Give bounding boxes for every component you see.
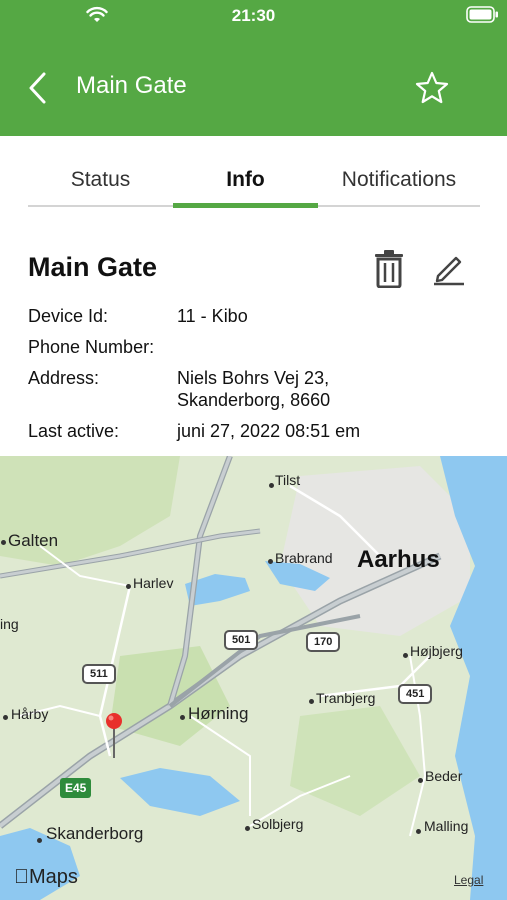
place-dot-harlev <box>126 584 131 589</box>
battery-icon <box>466 6 498 23</box>
address-line2: Skanderborg, 8660 <box>177 390 331 410</box>
place-dot-horning <box>180 715 185 720</box>
place-dot-beder <box>418 778 423 783</box>
map-view[interactable]: Tilst Galten Brabrand Aarhus Harlev ing … <box>0 456 507 900</box>
tab-info[interactable]: Info <box>173 160 318 206</box>
place-ing: ing <box>0 616 19 632</box>
place-dot-brabrand <box>268 559 273 564</box>
status-bar: 21:30 <box>0 0 507 32</box>
place-horning: Hørning <box>188 704 249 723</box>
trash-icon[interactable] <box>374 250 404 288</box>
road-shield-170: 170 <box>306 632 341 652</box>
address-line1: Niels Bohrs Vej 23, <box>177 368 330 388</box>
road-shield-451: 451 <box>398 684 433 704</box>
place-aarhus: Aarhus <box>357 546 440 573</box>
place-dot-tranbjerg <box>309 699 314 704</box>
place-dot-skanderborg <box>37 838 42 843</box>
place-galten: Galten <box>8 531 59 550</box>
device-id-value: 11 - Kibo <box>177 306 248 326</box>
place-dot-harby <box>3 715 8 720</box>
place-solbjerg: Solbjerg <box>252 816 304 832</box>
phone-label: Phone Number: <box>28 337 155 357</box>
apple-maps-logo: Maps <box>14 866 78 889</box>
tab-status[interactable]: Status <box>28 160 173 206</box>
status-time: 21:30 <box>231 6 276 25</box>
last-active-value: juni 27, 2022 08:51 em <box>177 421 361 441</box>
tab-active-indicator <box>173 203 318 208</box>
place-skanderborg: Skanderborg <box>46 824 144 843</box>
edit-pencil-icon[interactable] <box>432 252 466 286</box>
star-favorite-icon[interactable] <box>414 70 450 106</box>
device-name: Main Gate <box>28 252 158 282</box>
road-shield-511: 511 <box>82 664 116 684</box>
place-dot-hojbjerg <box>403 653 408 658</box>
place-beder: Beder <box>425 768 463 784</box>
place-harlev: Harlev <box>133 575 174 591</box>
map-pin-icon[interactable] <box>104 712 124 760</box>
place-hojbjerg: Højbjerg <box>410 643 463 659</box>
road-shield-501: 501 <box>224 630 259 650</box>
road-shield-e45: E45 <box>60 778 92 798</box>
place-dot-solbjerg <box>245 826 250 831</box>
nav-title: Main Gate <box>76 72 187 99</box>
back-chevron-icon[interactable] <box>26 70 50 106</box>
place-harby: Hårby <box>11 706 49 722</box>
app-header: 21:30 Main Gate <box>0 0 507 136</box>
place-dot-galten <box>1 540 6 545</box>
address-label: Address: <box>28 368 100 388</box>
last-active-label: Last active: <box>28 421 120 441</box>
maps-logo-text: Maps <box>14 866 78 888</box>
legal-link[interactable]: Legal <box>454 873 483 887</box>
place-tranbjerg: Tranbjerg <box>316 690 376 706</box>
apple-logo-icon:  <box>14 866 29 888</box>
place-brabrand: Brabrand <box>275 550 333 566</box>
tab-notifications[interactable]: Notifications <box>324 160 474 206</box>
place-tilst: Tilst <box>275 472 301 488</box>
place-malling: Malling <box>424 818 469 834</box>
device-id-label: Device Id: <box>28 306 109 326</box>
place-dot-tilst <box>269 483 274 488</box>
place-dot-malling <box>416 829 421 834</box>
